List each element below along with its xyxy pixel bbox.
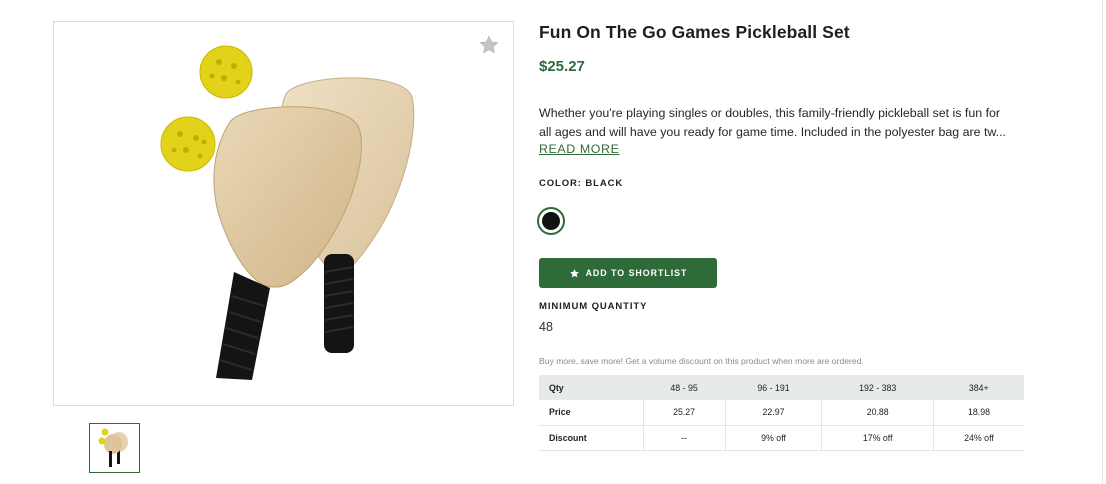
description-line: Whether you're playing singles or double… xyxy=(539,106,1001,120)
main-product-image[interactable] xyxy=(53,21,514,406)
star-icon[interactable] xyxy=(478,34,500,56)
table-header-cell: Qty xyxy=(539,375,643,400)
page-edge-divider xyxy=(1102,0,1103,484)
shortlist-button-label: ADD TO SHORTLIST xyxy=(585,268,688,278)
table-cell: 20.88 xyxy=(821,400,934,426)
minimum-quantity-label: MINIMUM QUANTITY xyxy=(539,301,648,312)
table-header-cell: 48 - 95 xyxy=(643,375,726,400)
table-cell: 17% off xyxy=(821,425,934,451)
table-cell: 24% off xyxy=(932,425,1024,451)
color-swatch-black[interactable] xyxy=(537,207,565,235)
pickleball-paddles-thumbnail-image xyxy=(98,428,128,467)
table-header-cell: 384+ xyxy=(933,375,1024,400)
pickleball-paddles-image xyxy=(160,45,415,380)
table-cell: Price xyxy=(539,400,643,426)
table-header-cell: 192 - 383 xyxy=(821,375,934,400)
table-cell: Discount xyxy=(539,425,643,451)
add-to-shortlist-button[interactable]: ADD TO SHORTLIST xyxy=(539,258,717,288)
table-cell: 18.98 xyxy=(932,400,1024,426)
table-cell: 25.27 xyxy=(642,400,726,426)
volume-pricing-table: Qty 48 - 95 96 - 191 192 - 383 384+ Pric… xyxy=(539,375,1024,451)
product-price: $25.27 xyxy=(539,58,585,75)
swatch-color-dot xyxy=(542,212,560,230)
minimum-quantity-value: 48 xyxy=(539,320,553,334)
table-cell: 9% off xyxy=(724,425,822,451)
product-title: Fun On The Go Games Pickleball Set xyxy=(539,22,850,42)
volume-discount-note: Buy more, save more! Get a volume discou… xyxy=(539,356,864,366)
table-cell: -- xyxy=(642,425,726,451)
table-header-cell: 96 - 191 xyxy=(725,375,822,400)
table-row-discount: Discount -- 9% off 17% off 24% off xyxy=(539,425,1024,451)
read-more-link[interactable]: READ MORE xyxy=(539,142,619,156)
description-line: all ages and will have you ready for gam… xyxy=(539,125,1006,139)
star-icon xyxy=(569,268,579,277)
table-header-row: Qty 48 - 95 96 - 191 192 - 383 384+ xyxy=(539,375,1024,400)
product-description: Whether you're playing singles or double… xyxy=(539,104,1029,142)
table-cell: 22.97 xyxy=(724,400,822,426)
table-row-price: Price 25.27 22.97 20.88 18.98 xyxy=(539,400,1024,426)
product-thumbnail[interactable] xyxy=(89,423,140,473)
color-label: COLOR: BLACK xyxy=(539,178,624,189)
